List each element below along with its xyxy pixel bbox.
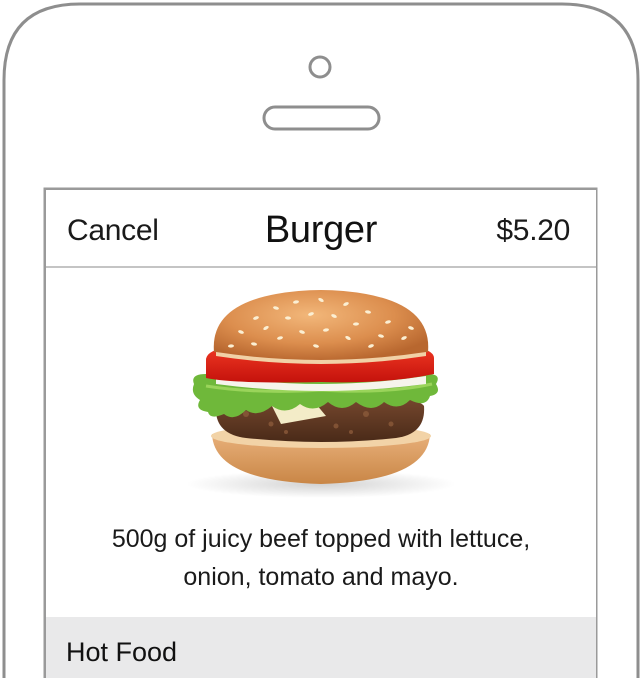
description-line: 500g of juicy beef topped with lettuce,	[111, 525, 531, 553]
speaker-icon	[262, 105, 381, 131]
description-line: onion, tomato and mayo.	[183, 563, 459, 591]
navigation-bar: Cancel Burger $5.20	[46, 190, 596, 268]
camera-icon	[308, 55, 332, 79]
price-label: $5.20	[496, 214, 570, 247]
section-header: Hot Food	[46, 617, 596, 678]
burger-image	[176, 286, 466, 506]
section-title: Hot Food	[66, 637, 178, 667]
app-screen: Cancel Burger $5.20 500g of juicy beef t…	[46, 190, 596, 678]
item-description: 500g of juicy beef topped with lettuce, …	[46, 520, 596, 596]
phone-mockup: Cancel Burger $5.20 500g of juicy beef t…	[0, 0, 642, 678]
